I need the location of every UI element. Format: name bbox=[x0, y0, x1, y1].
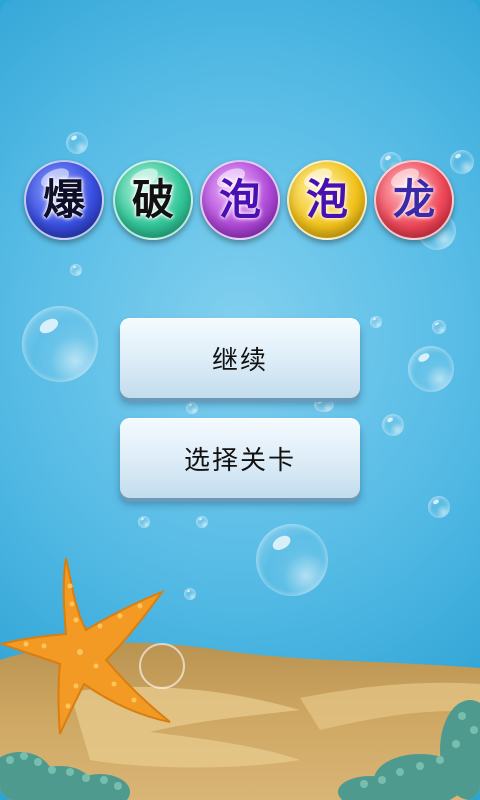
bubble-decoration bbox=[314, 398, 334, 412]
title-ball-1: 爆 bbox=[24, 160, 104, 240]
bubble-decoration bbox=[428, 496, 450, 518]
bubble-decoration bbox=[196, 516, 208, 528]
bubble-decoration bbox=[256, 524, 328, 596]
title-char-1: 爆 bbox=[42, 175, 85, 224]
bubble-decoration bbox=[408, 346, 454, 392]
bubble-decoration bbox=[66, 132, 88, 154]
continue-button[interactable]: 继续 bbox=[120, 318, 360, 398]
starfish-decoration bbox=[0, 557, 185, 735]
title-char-4: 泡 bbox=[305, 175, 348, 224]
bubble-decoration bbox=[70, 264, 82, 276]
continue-button-label: 继续 bbox=[211, 345, 268, 376]
title-char-3: 泡 bbox=[218, 175, 261, 224]
game-title: 爆 破 泡 泡 龙 bbox=[24, 160, 456, 240]
select-level-button-label: 选择关卡 bbox=[183, 445, 296, 476]
title-ball-5: 龙 bbox=[374, 160, 454, 240]
title-char-2: 破 bbox=[131, 175, 174, 224]
title-char-5: 龙 bbox=[392, 175, 435, 224]
game-background: 爆 破 泡 泡 龙 继续 选择关卡 bbox=[0, 0, 480, 800]
bubble-decoration bbox=[370, 316, 382, 328]
bubble-decoration bbox=[138, 516, 150, 528]
bubble-decoration bbox=[382, 414, 404, 436]
title-ball-3: 泡 bbox=[200, 160, 280, 240]
bubble-decoration bbox=[22, 306, 98, 382]
title-ball-2: 破 bbox=[113, 160, 193, 240]
bubble-decoration bbox=[432, 320, 446, 334]
select-level-button[interactable]: 选择关卡 bbox=[120, 418, 360, 498]
bubble-decoration bbox=[186, 402, 198, 414]
title-ball-4: 泡 bbox=[287, 160, 367, 240]
